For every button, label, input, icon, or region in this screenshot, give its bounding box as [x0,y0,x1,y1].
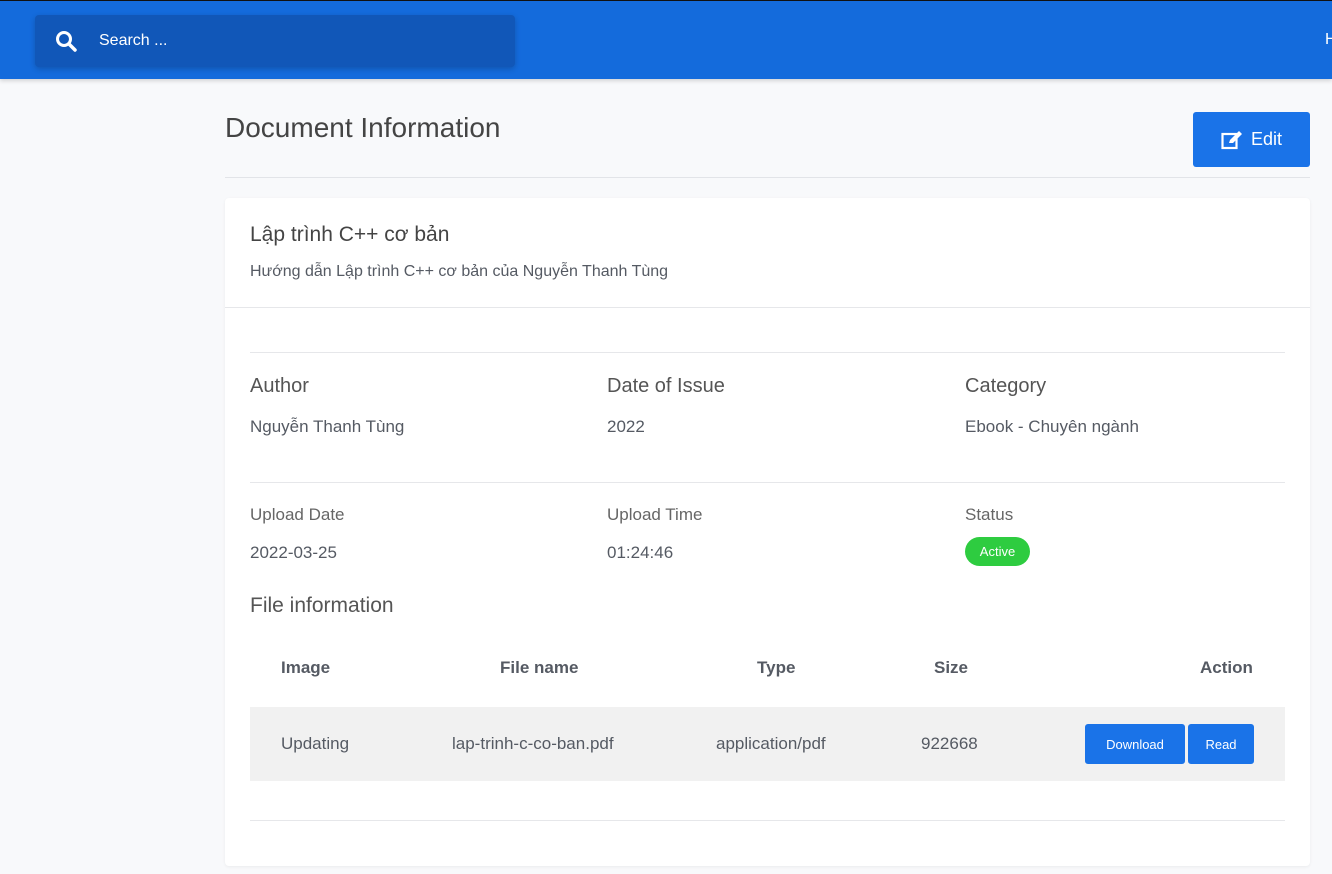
upload-time-label: Upload Time [607,505,703,524]
column-header-file-name: File name [500,658,579,677]
divider [225,177,1310,178]
document-card: Lập trình C++ cơ bản Hướng dẫn Lập trình… [225,198,1310,866]
divider [250,482,1285,483]
cell-image: Updating [281,734,350,753]
search-icon [56,31,77,52]
document-description: Hướng dẫn Lập trình C++ cơ bản của Nguyễ… [250,263,669,280]
download-button[interactable]: Download [1085,724,1185,764]
status-badge: Active [965,537,1030,566]
edit-label: Edit [1250,129,1283,149]
divider [250,820,1285,821]
upload-date-label: Upload Date [250,505,345,524]
divider [250,352,1285,353]
cell-size: 922668 [921,734,978,753]
date-label: Date of Issue [607,375,725,397]
column-header-type: Type [757,658,796,677]
author-value: Nguyễn Thanh Tùng [250,417,405,436]
date-value: 2022 [607,417,645,436]
top-bar: H [0,0,1332,79]
cell-file-name: lap-trinh-c-co-ban.pdf [452,734,614,753]
file-info-title: File information [250,594,394,617]
column-header-size: Size [934,658,969,677]
divider [225,307,1310,308]
edit-icon [1221,130,1242,149]
read-button[interactable]: Read [1188,724,1254,764]
cell-type: application/pdf [716,734,826,753]
column-header-action: Action [1200,658,1253,677]
category-label: Category [965,375,1047,397]
upload-time-value: 01:24:46 [607,543,674,562]
category-value: Ebook - Chuyên ngành [965,417,1139,436]
search-box[interactable] [35,15,515,67]
edit-button[interactable]: Edit [1193,112,1310,167]
column-header-image: Image [281,658,331,677]
document-name: Lập trình C++ cơ bản [250,223,450,246]
search-input[interactable] [99,32,479,50]
page-title: Document Information [225,112,501,143]
nav-link[interactable]: H [1325,31,1332,49]
status-label: Status [965,505,1014,524]
upload-date-value: 2022-03-25 [250,543,337,562]
author-label: Author [250,375,309,397]
